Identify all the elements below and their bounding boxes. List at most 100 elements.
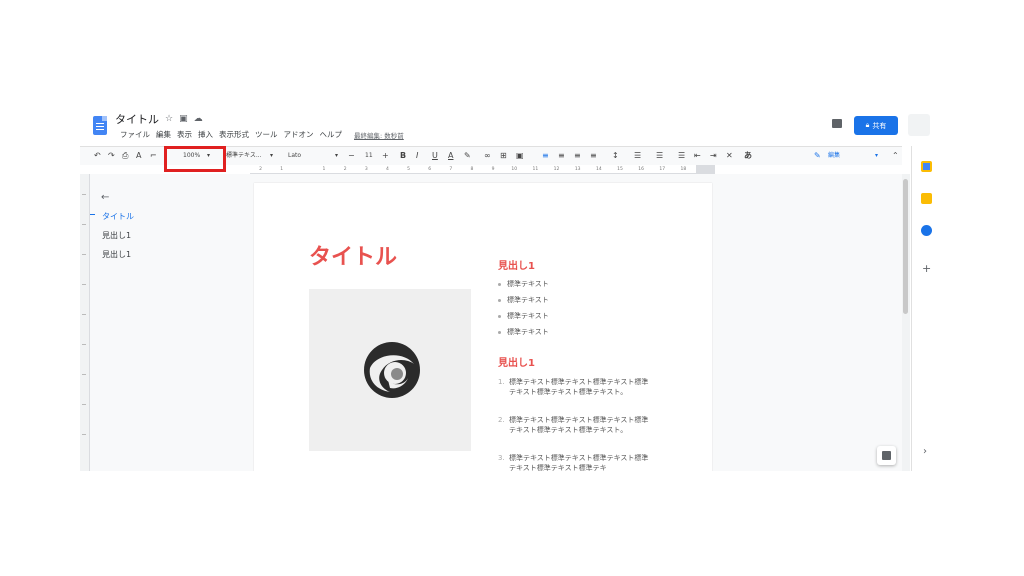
- undo-icon[interactable]: ↶: [94, 150, 101, 162]
- increase-font-icon[interactable]: +: [382, 150, 389, 162]
- comment-add-icon[interactable]: ⊞: [500, 150, 507, 162]
- justify-icon[interactable]: ≡: [590, 150, 597, 162]
- outline-active-marker: [90, 214, 95, 215]
- docs-window: タイトル ☆ ▣ ☁ ファイル 編集 表示 挿入 表示形式 ツール アドオン ヘ…: [80, 107, 940, 471]
- highlight-icon[interactable]: ✎: [464, 150, 471, 162]
- align-center-icon[interactable]: ≡: [558, 150, 565, 162]
- italic-icon[interactable]: I: [416, 150, 418, 162]
- chevron-right-icon[interactable]: ›: [923, 446, 927, 457]
- menu-edit[interactable]: 編集: [156, 129, 171, 140]
- ruler-label: 2: [259, 166, 262, 172]
- vertical-ruler[interactable]: [80, 174, 90, 471]
- last-edit-link[interactable]: 最終編集: 数秒前: [354, 130, 404, 140]
- ruler-label: 15: [617, 166, 623, 172]
- calendar-icon[interactable]: [921, 161, 932, 172]
- zoom-highlight-box: [164, 146, 226, 172]
- ruler-label: 12: [553, 166, 560, 172]
- menu-addons[interactable]: アドオン: [284, 129, 314, 140]
- star-icon[interactable]: ☆: [165, 114, 173, 124]
- line-spacing-icon[interactable]: ↕: [612, 150, 619, 162]
- docs-logo-icon[interactable]: [93, 116, 107, 135]
- ruler-label: 9: [491, 166, 495, 172]
- toolbar: ↶ ↷ ⎙ A ⌐ 100% ▾ 標準テキス... ▾ Lato ▾ − 11 …: [80, 146, 902, 172]
- chevron-down-icon: ▾: [335, 152, 339, 159]
- decrease-font-icon[interactable]: −: [348, 150, 355, 162]
- collapse-menu-icon[interactable]: ⌃: [892, 150, 899, 162]
- pencil-icon: ✎: [814, 151, 821, 160]
- chevron-down-icon: ▾: [270, 152, 274, 159]
- spellcheck-icon[interactable]: A: [136, 150, 141, 162]
- tasks-icon[interactable]: [921, 225, 932, 236]
- lock-icon: 🔒︎: [865, 121, 870, 129]
- bold-icon[interactable]: B: [400, 150, 406, 162]
- menu-bar: ファイル 編集 表示 挿入 表示形式 ツール アドオン ヘルプ 最終編集: 数秒…: [120, 129, 404, 140]
- ruler-label: 17: [659, 166, 666, 172]
- ruler-label: 13: [574, 166, 581, 172]
- explore-button[interactable]: [877, 446, 896, 465]
- cloud-status-icon[interactable]: ☁: [194, 114, 203, 124]
- ruler-label: 16: [638, 166, 644, 172]
- font-size-input[interactable]: 11: [365, 150, 373, 162]
- move-folder-icon[interactable]: ▣: [179, 114, 188, 124]
- ruler-label: 1: [280, 166, 284, 172]
- ruler-label: 14: [595, 166, 602, 172]
- style-select[interactable]: 標準テキス...: [226, 150, 262, 162]
- align-right-icon[interactable]: ≡: [574, 150, 581, 162]
- document-title[interactable]: タイトル: [115, 111, 159, 127]
- list-item: 標準テキスト: [498, 311, 549, 321]
- section-heading: 見出し1: [498, 358, 535, 369]
- redo-icon[interactable]: ↷: [108, 150, 115, 162]
- print-icon[interactable]: ⎙: [122, 150, 128, 162]
- menu-tools[interactable]: ツール: [255, 129, 278, 140]
- list-item: 標準テキスト: [498, 327, 549, 337]
- checklist-icon[interactable]: ☰: [634, 150, 641, 162]
- add-addon-icon[interactable]: +: [922, 262, 931, 275]
- input-tools-button[interactable]: あ: [744, 150, 752, 162]
- align-left-icon[interactable]: ≡: [542, 150, 549, 162]
- increase-indent-icon[interactable]: ⇥: [710, 150, 717, 162]
- side-panel: + ›: [911, 146, 940, 471]
- numbered-list-icon[interactable]: ☰: [656, 150, 663, 162]
- outline-item-heading[interactable]: 見出し1: [102, 249, 131, 260]
- ruler-label: 8: [470, 166, 474, 172]
- image-placeholder[interactable]: [309, 289, 471, 451]
- outline-item-heading[interactable]: 見出し1: [102, 230, 131, 241]
- decrease-indent-icon[interactable]: ⇤: [694, 150, 701, 162]
- comment-history-icon[interactable]: [832, 119, 842, 128]
- text-color-icon[interactable]: A: [448, 150, 453, 162]
- menu-format[interactable]: 表示形式: [219, 129, 249, 140]
- menu-insert[interactable]: 挿入: [198, 129, 213, 140]
- share-button[interactable]: 🔒︎ 共有: [854, 116, 898, 135]
- ruler-label: 7: [449, 166, 453, 172]
- avatar[interactable]: [908, 114, 930, 136]
- menu-view[interactable]: 表示: [177, 129, 192, 140]
- ruler-label: 2: [343, 166, 347, 172]
- outline-item-title[interactable]: タイトル: [102, 211, 134, 222]
- scrollbar-thumb[interactable]: [903, 179, 908, 314]
- page-title: タイトル: [309, 245, 398, 270]
- ruler[interactable]: 2 1 1 2 3 4 5 6 7 8 9 10 11 12 13 14 15 …: [250, 165, 715, 174]
- header: タイトル ☆ ▣ ☁ ファイル 編集 表示 挿入 表示形式 ツール アドオン ヘ…: [80, 107, 940, 145]
- ruler-right-margin: [696, 165, 715, 173]
- menu-help[interactable]: ヘルプ: [320, 129, 343, 140]
- clear-format-icon[interactable]: ✕: [726, 150, 733, 162]
- numbered-item: 2. 標準テキスト標準テキスト標準テキスト標準テキスト標準テキスト標準テキスト。: [498, 416, 649, 434]
- ruler-label: 5: [407, 166, 410, 172]
- image-icon[interactable]: ▣: [516, 150, 524, 162]
- document-page[interactable]: タイトル 見出し1 標準テキスト 標準テキスト 標準テキスト 標準テキスト 見出…: [254, 183, 712, 471]
- ruler-label: 1: [322, 166, 326, 172]
- paint-format-icon[interactable]: ⌐: [150, 150, 157, 162]
- ruler-label: 18: [680, 166, 687, 172]
- font-select[interactable]: Lato: [288, 150, 301, 162]
- editing-mode-select[interactable]: 編集: [828, 150, 840, 162]
- numbered-item: 3. 標準テキスト標準テキスト標準テキスト標準テキスト標準テキスト標準テキ: [498, 454, 649, 471]
- back-arrow-icon[interactable]: ←: [101, 192, 109, 203]
- link-icon[interactable]: ∞: [484, 150, 491, 162]
- ruler-label: 11: [532, 166, 539, 172]
- ruler-label: 6: [428, 166, 432, 172]
- logo-image: [364, 342, 420, 398]
- menu-file[interactable]: ファイル: [120, 129, 150, 140]
- keep-icon[interactable]: [921, 193, 932, 204]
- bulleted-list-icon[interactable]: ☰: [678, 150, 685, 162]
- underline-icon[interactable]: U: [432, 150, 438, 162]
